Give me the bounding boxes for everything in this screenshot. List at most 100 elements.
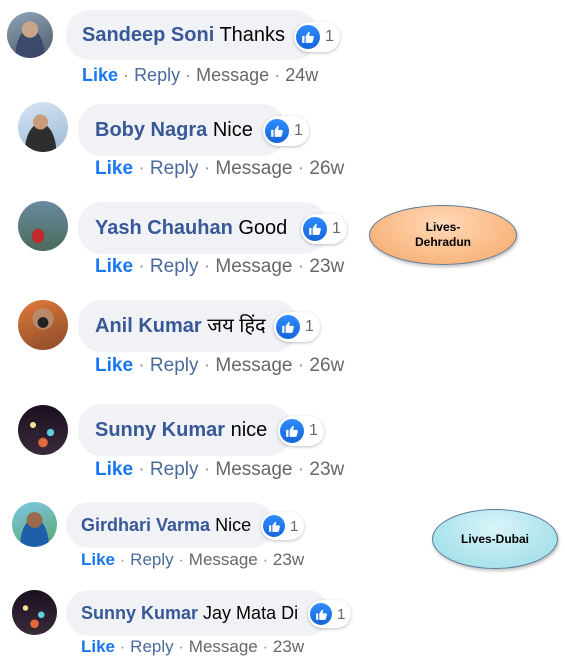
thumbs-up-icon [296,25,320,49]
avatar[interactable] [12,502,57,547]
timestamp[interactable]: 26w [309,355,344,376]
comment-text: जय हिंद [207,315,266,337]
comment-text: Thanks [219,24,286,46]
annotation-text: Lives-Dubai [460,531,529,546]
timestamp[interactable]: 26w [309,158,344,179]
annotation-lives-dubai: Lives-Dubai [432,509,558,569]
message-link[interactable]: Message [215,355,292,376]
message-link[interactable]: Message [189,550,258,569]
comment-bubble: Yash Chauhan Good [78,202,328,254]
comment-actions: Like · Reply · Message · 23w [95,459,344,481]
comment-text: nice [230,419,268,441]
commenter-name[interactable]: Girdhari Varma [81,515,210,535]
separator: · [297,459,305,480]
separator: · [297,158,305,179]
comment-bubble: Sunny Kumar nice [78,404,292,456]
reply-link[interactable]: Reply [130,550,173,569]
commenter-name[interactable]: Yash Chauhan [95,217,233,239]
like-link[interactable]: Like [81,550,115,569]
separator: · [138,158,145,179]
separator: · [138,355,145,376]
like-link[interactable]: Like [95,355,133,376]
avatar[interactable] [18,102,68,152]
separator: · [203,256,211,277]
message-link[interactable]: Message [215,256,292,277]
reply-link[interactable]: Reply [134,65,180,85]
reaction-badge[interactable]: 1 [278,416,324,446]
avatar[interactable] [12,590,57,635]
comment-bubble: Sunny Kumar Jay Mata Di [66,590,330,636]
message-link[interactable]: Message [196,65,269,85]
reaction-badge[interactable]: 1 [263,116,309,146]
reaction-count: 1 [305,318,314,335]
reaction-badge[interactable]: 1 [294,22,340,52]
like-link[interactable]: Like [95,158,133,179]
commenter-name[interactable]: Sandeep Soni [82,24,214,46]
separator: · [297,256,305,277]
thumbs-up-icon [280,419,304,443]
thumbs-up-icon [303,217,327,241]
thumbs-up-icon [265,119,289,143]
message-link[interactable]: Message [189,637,258,656]
separator: · [274,65,281,85]
reaction-count: 1 [337,605,346,623]
timestamp[interactable]: 23w [273,637,304,656]
timestamp[interactable]: 24w [285,65,318,85]
comment-actions: Like · Reply · Message · 26w [95,158,344,180]
separator: · [262,637,269,656]
message-link[interactable]: Message [215,459,292,480]
commenter-name[interactable]: Sunny Kumar [95,419,225,441]
separator: · [119,550,126,569]
reply-link[interactable]: Reply [150,355,199,376]
reaction-badge[interactable]: 1 [274,312,320,342]
reply-link[interactable]: Reply [150,158,199,179]
reply-link[interactable]: Reply [150,256,199,277]
avatar[interactable] [18,300,68,350]
avatar[interactable] [18,405,68,455]
reaction-badge[interactable]: 1 [261,512,305,540]
commenter-name[interactable]: Anil Kumar [95,315,202,337]
separator: · [262,550,269,569]
comment-actions: Like · Reply · Message · 26w [95,355,344,377]
annotation-lives-dehradun: Lives- Dehradun [369,205,517,265]
comment-actions: Like · Reply · Message · 23w [81,637,304,657]
avatar[interactable] [7,12,53,58]
like-link[interactable]: Like [81,637,115,656]
reaction-count: 1 [294,122,303,139]
separator: · [178,550,185,569]
separator: · [203,158,211,179]
separator: · [138,459,145,480]
reaction-count: 1 [325,28,334,45]
like-link[interactable]: Like [95,256,133,277]
commenter-name[interactable]: Sunny Kumar [81,603,198,623]
commenter-name[interactable]: Boby Nagra [95,119,207,141]
timestamp[interactable]: 23w [309,459,344,480]
comment-bubble: Boby Nagra Nice [78,104,286,156]
reaction-count: 1 [290,517,299,535]
comment-bubble: Anil Kumar जय हिंद [78,300,298,352]
comment-bubble: Girdhari Varma Nice [66,502,274,548]
annotation-text: Lives- Dehradun [414,220,471,249]
comment-actions: Like · Reply · Message · 24w [82,64,318,86]
reaction-badge[interactable]: 1 [301,214,347,244]
comment-text: Good [238,217,288,239]
separator: · [203,459,211,480]
reaction-count: 1 [332,220,341,237]
like-link[interactable]: Like [82,65,118,85]
avatar[interactable] [18,201,68,251]
reaction-badge[interactable]: 1 [308,600,352,628]
thumbs-up-icon [276,315,300,339]
message-link[interactable]: Message [215,158,292,179]
reaction-count: 1 [309,422,318,439]
timestamp[interactable]: 23w [273,550,304,569]
reply-link[interactable]: Reply [130,637,173,656]
comment-actions: Like · Reply · Message · 23w [81,550,304,570]
comment-text: Nice [212,119,253,141]
like-link[interactable]: Like [95,459,133,480]
reply-link[interactable]: Reply [150,459,199,480]
comment-text: Nice [215,515,252,535]
thumbs-up-icon [263,515,285,537]
separator: · [123,65,130,85]
timestamp[interactable]: 23w [309,256,344,277]
comment-bubble: Sandeep Soni Thanks [66,10,318,60]
